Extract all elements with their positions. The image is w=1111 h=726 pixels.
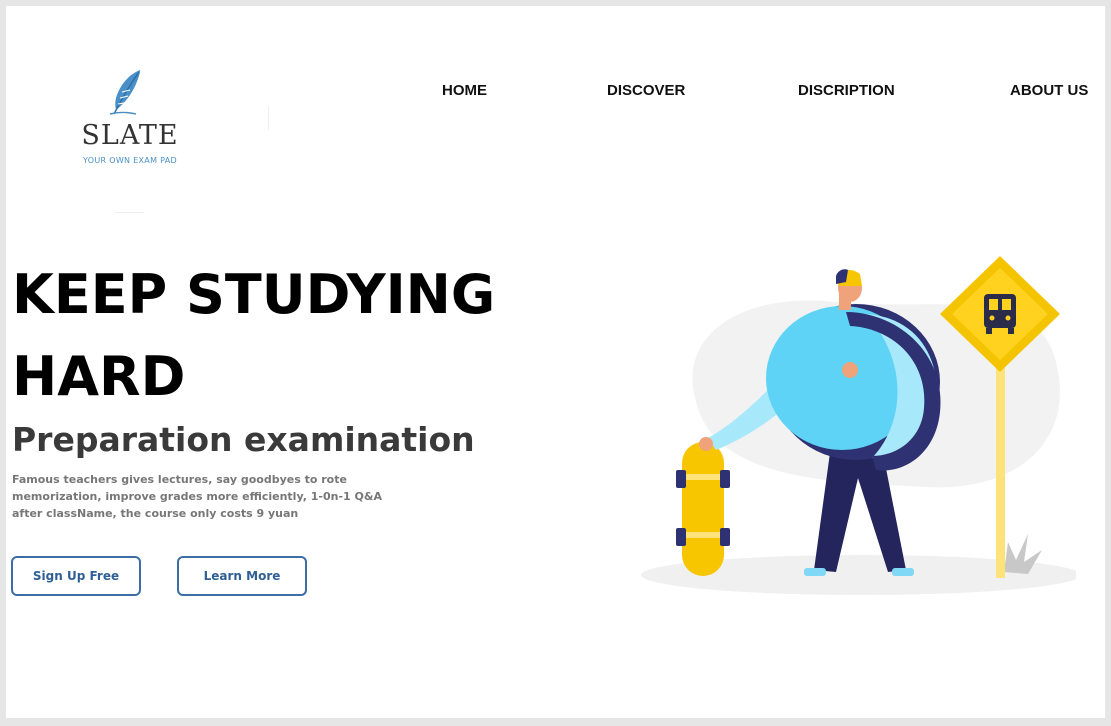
hero-description: Famous teachers gives lectures, say good… [12, 473, 382, 520]
shoe [892, 568, 914, 576]
divider [268, 106, 269, 130]
nav-discription[interactable]: DISCRIPTION [798, 82, 895, 99]
logo-tagline: YOUR OWN EXAM PAD [83, 156, 177, 165]
nav-about-us[interactable]: ABOUT US [1010, 82, 1088, 99]
feather-icon [109, 70, 140, 115]
bus-icon [984, 294, 1016, 334]
hand [842, 362, 858, 378]
hand [699, 437, 713, 451]
shoe [804, 568, 826, 576]
skateboard [676, 442, 730, 576]
logo[interactable]: SLATE YOUR OWN EXAM PAD [72, 68, 188, 178]
learn-more-button[interactable]: Learn More [177, 556, 307, 596]
nav-discover[interactable]: DISCOVER [607, 82, 685, 99]
divider [114, 212, 144, 213]
hero-title: KEEP STUDYING HARD [12, 254, 495, 418]
nav-home[interactable]: HOME [442, 82, 487, 99]
logo-name: SLATE [81, 120, 179, 151]
hero-title-line: KEEP STUDYING [12, 263, 496, 326]
hero-title-line: HARD [12, 345, 186, 408]
sign-pole [996, 362, 1005, 578]
hero-subtitle: Preparation examination [12, 420, 475, 459]
student-illustration [641, 256, 1076, 595]
landing-page: SLATE YOUR OWN EXAM PAD HOME DISCOVER DI… [6, 6, 1105, 718]
sign-up-free-button[interactable]: Sign Up Free [11, 556, 141, 596]
